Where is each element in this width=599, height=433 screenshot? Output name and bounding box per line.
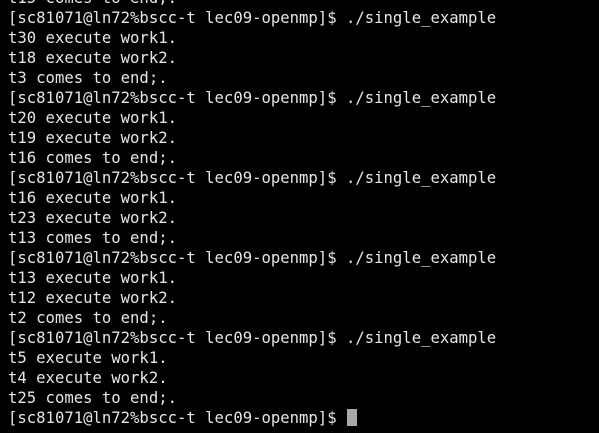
- terminal-line: [sc81071@ln72%bscc-t lec09-openmp]$ ./si…: [8, 9, 497, 27]
- terminal-line: t13 comes to end;.: [8, 229, 177, 247]
- terminal-output: t15 comes to end;. [sc81071@ln72%bscc-t …: [8, 0, 599, 428]
- terminal-line: t13 execute work1.: [8, 269, 177, 287]
- terminal-line: t4 execute work2.: [8, 369, 168, 387]
- terminal-line: [sc81071@ln72%bscc-t lec09-openmp]$ ./si…: [8, 169, 497, 187]
- terminal-line: [sc81071@ln72%bscc-t lec09-openmp]$ ./si…: [8, 329, 497, 347]
- terminal-line: t16 comes to end;.: [8, 149, 177, 167]
- terminal-window[interactable]: t15 comes to end;. [sc81071@ln72%bscc-t …: [0, 0, 599, 433]
- terminal-line: t12 execute work2.: [8, 289, 177, 307]
- terminal-line: t2 comes to end;.: [8, 309, 168, 327]
- text-cursor: [346, 409, 357, 426]
- terminal-line: t18 execute work2.: [8, 49, 177, 67]
- terminal-line: t5 execute work1.: [8, 349, 168, 367]
- terminal-line: t23 execute work2.: [8, 209, 177, 227]
- terminal-line: t16 execute work1.: [8, 189, 177, 207]
- terminal-line: t15 comes to end;.: [8, 0, 599, 8]
- terminal-input-line[interactable]: [sc81071@ln72%bscc-t lec09-openmp]$: [8, 408, 599, 428]
- terminal-line: t30 execute work1.: [8, 29, 177, 47]
- terminal-line: t25 comes to end;.: [8, 389, 177, 407]
- terminal-line: [sc81071@ln72%bscc-t lec09-openmp]$ ./si…: [8, 89, 497, 107]
- terminal-line: [sc81071@ln72%bscc-t lec09-openmp]$ ./si…: [8, 249, 497, 267]
- terminal-line: t3 comes to end;.: [8, 69, 168, 87]
- terminal-line: t20 execute work1.: [8, 109, 177, 127]
- shell-prompt: [sc81071@ln72%bscc-t lec09-openmp]$: [8, 409, 346, 427]
- terminal-line: t19 execute work2.: [8, 129, 177, 147]
